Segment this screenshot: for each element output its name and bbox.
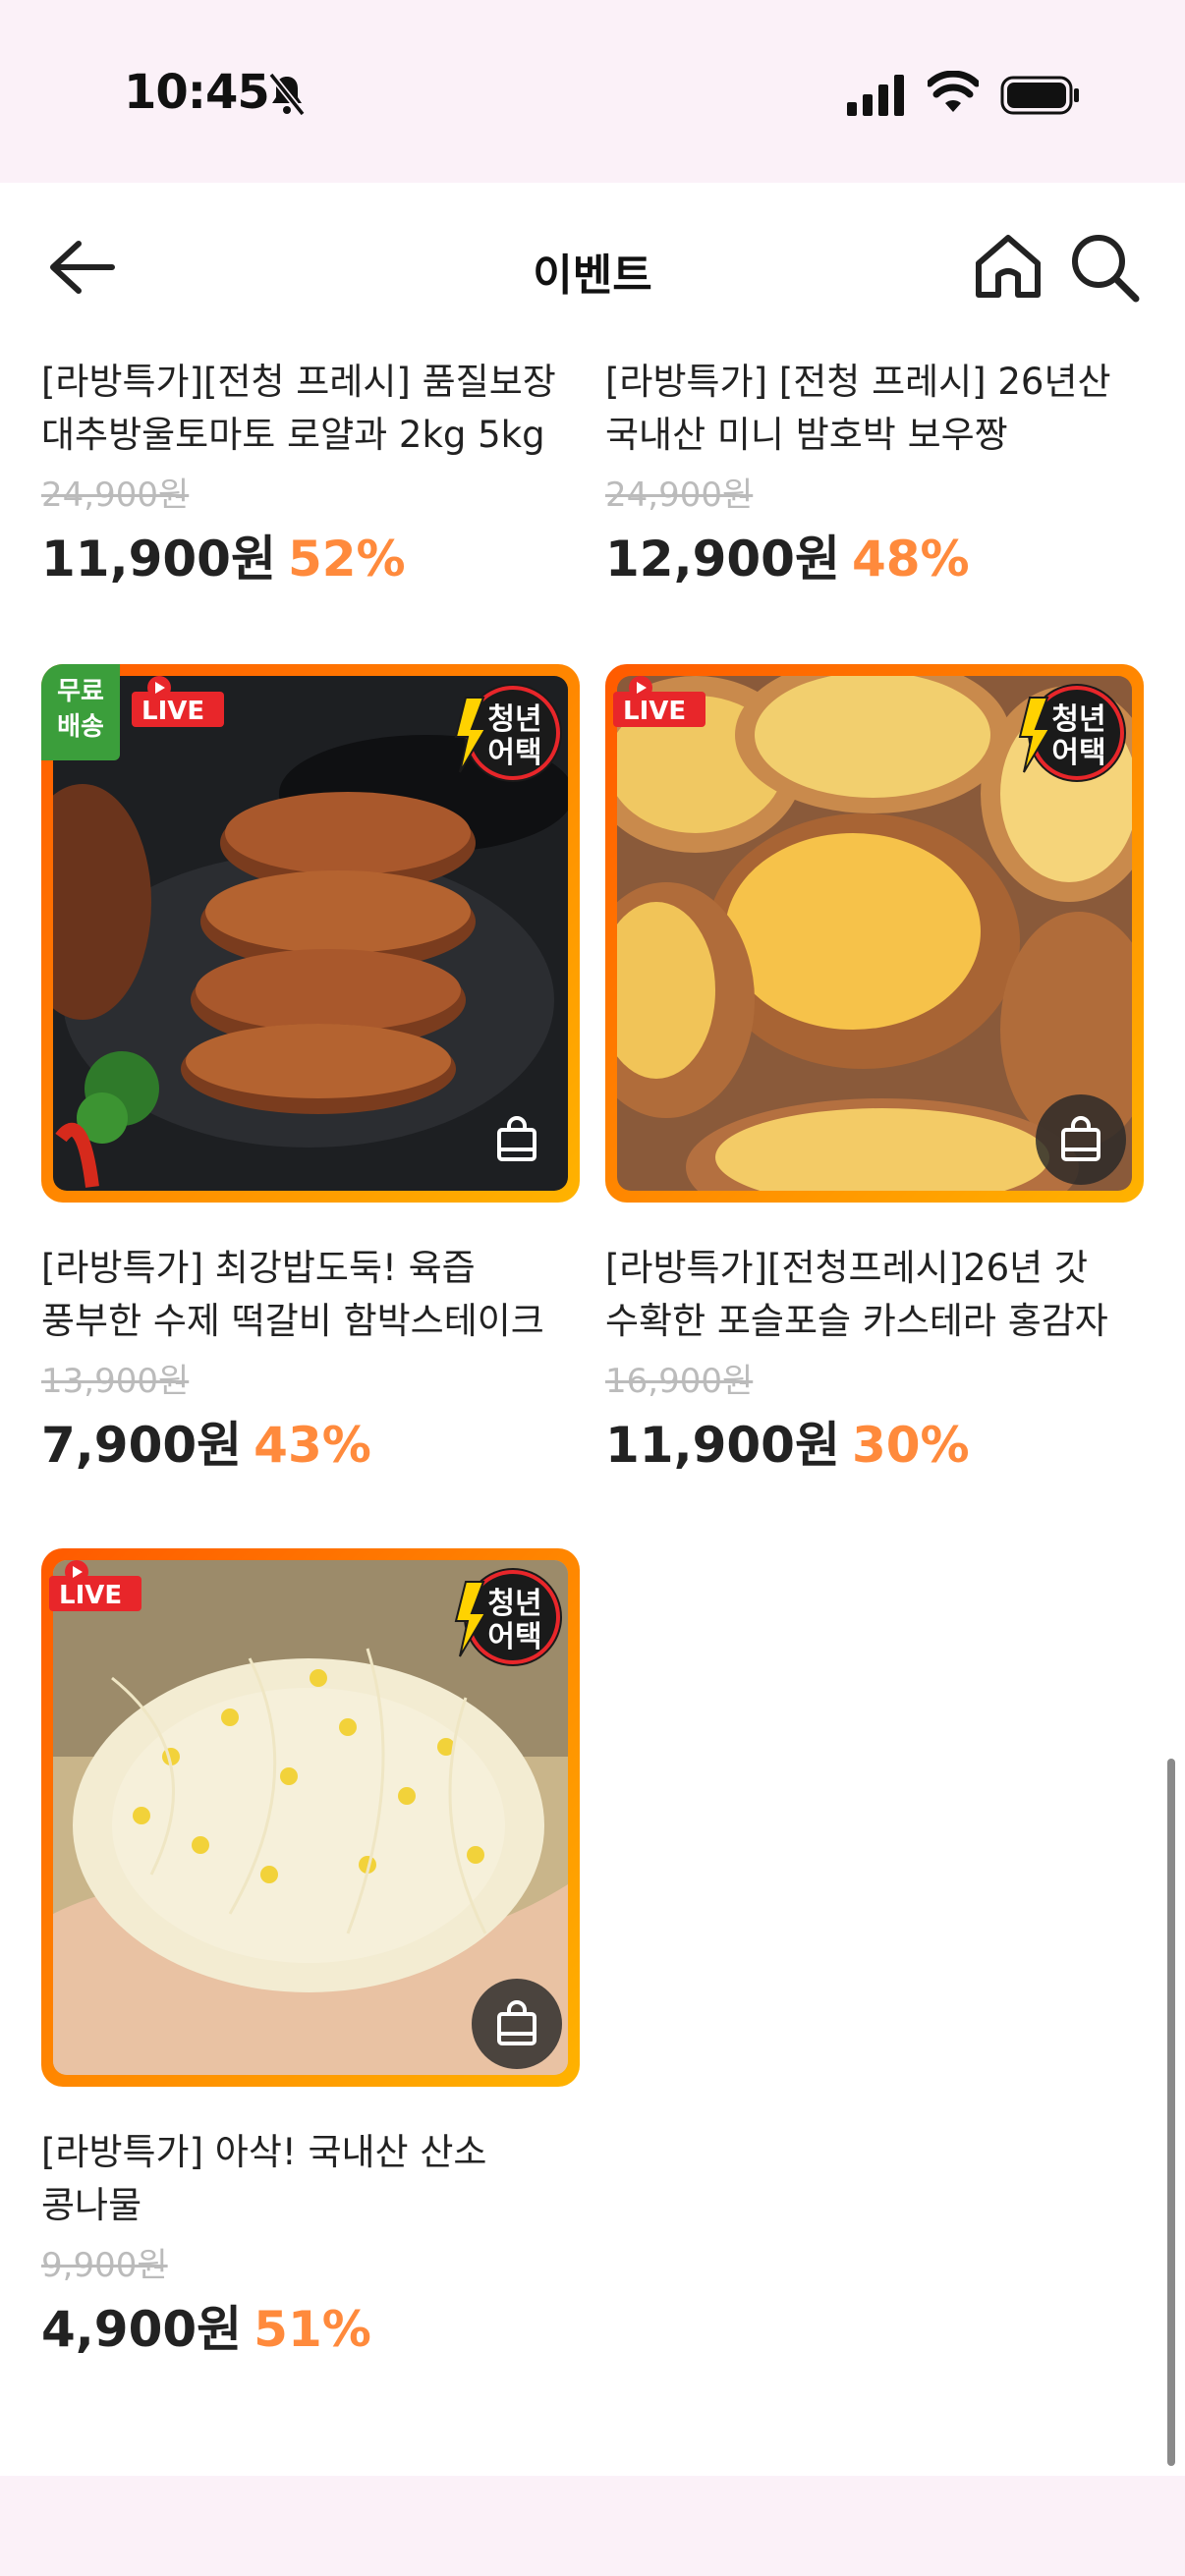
discount-rate: 48%: [851, 531, 970, 588]
live-badge: LIVE: [132, 676, 224, 727]
original-price: 9,900원: [41, 2246, 168, 2285]
product-name: [라방특가][전청프레시]26년 갓 수확한 포슬포슬 카스테라 홍감자: [605, 1247, 1108, 1342]
home-indicator-area: [0, 2476, 1185, 2576]
svg-text:청년: 청년: [487, 1587, 541, 1621]
discount-rate: 51%: [254, 2301, 371, 2358]
product-name: [라방특가] 최강밥도둑! 육즙 풍부한 수제 떡갈비 함박스테이크: [41, 1247, 544, 1342]
product-name: [라방특가] [전청 프레시] 26년산 국내산 미니 밤호박 보우짱: [605, 361, 1111, 456]
svg-text:LIVE: LIVE: [623, 697, 686, 726]
original-price: 13,900원: [41, 1362, 190, 1401]
youth-attack-badge: 청년 어택: [1018, 684, 1126, 782]
free-shipping-badge: 무료 배송: [41, 664, 120, 760]
shopping-bag-icon: [497, 1116, 536, 1161]
original-price: 24,900원: [605, 476, 754, 515]
sale-price: 11,900원: [605, 1417, 840, 1474]
svg-text:어택: 어택: [1051, 736, 1105, 770]
status-time: 10:45: [124, 65, 270, 120]
svg-text:청년: 청년: [487, 702, 541, 737]
product-image[interactable]: LIVE 청년 어택: [41, 1548, 580, 2087]
discount-rate: 30%: [851, 1417, 970, 1474]
shopping-bag-icon: [1061, 1116, 1100, 1161]
svg-text:청년: 청년: [1051, 702, 1105, 737]
youth-attack-badge: 청년 어택: [454, 1568, 562, 1666]
sale-price: 4,900원: [41, 2301, 243, 2358]
svg-text:LIVE: LIVE: [141, 697, 204, 726]
add-to-cart-button[interactable]: [472, 1979, 562, 2069]
product-card-bean-sprouts[interactable]: LIVE 청년 어택 [라방특가] 아삭! 국내산 산소 콩나물 9,900원 …: [41, 1548, 580, 2361]
live-badge: LIVE: [613, 676, 705, 727]
status-bar: 10:45: [0, 0, 1185, 183]
product-name: [라방특가][전청 프레시] 품질보장 대추방울토마토 로얄과 2kg 5kg: [41, 361, 556, 456]
shopping-bag-icon: [497, 2000, 536, 2045]
add-to-cart-button[interactable]: [472, 1094, 562, 1185]
home-icon[interactable]: [971, 230, 1045, 305]
youth-attack-badge: 청년 어택: [454, 684, 562, 782]
sale-price: 7,900원: [41, 1417, 243, 1474]
wifi-icon: [928, 71, 979, 112]
product-card-pumpkin[interactable]: [라방특가] [전청 프레시] 26년산 국내산 미니 밤호박 보우짱 24,9…: [605, 316, 1144, 590]
scrollbar[interactable]: [1167, 1759, 1175, 2466]
svg-text:어택: 어택: [487, 1620, 541, 1654]
product-image[interactable]: 무료 배송 LIVE 청년 어택: [41, 664, 580, 1203]
discount-rate: 52%: [287, 531, 406, 588]
original-price: 16,900원: [605, 1362, 754, 1401]
add-to-cart-button[interactable]: [1036, 1094, 1126, 1185]
product-name: [라방특가] 아삭! 국내산 산소 콩나물: [41, 2131, 487, 2226]
sale-price: 11,900원: [41, 531, 276, 588]
bell-muted-icon: [268, 72, 306, 117]
product-card-red-potato[interactable]: LIVE 청년 어택 [라방특가][전청프레시]26년 갓 수확한 포슬포슬 카…: [605, 664, 1144, 1477]
product-card-tomato[interactable]: [라방특가][전청 프레시] 품질보장 대추방울토마토 로얄과 2kg 5kg …: [41, 316, 580, 590]
product-image[interactable]: LIVE 청년 어택: [605, 664, 1144, 1203]
sale-price: 12,900원: [605, 531, 840, 588]
search-icon[interactable]: [1067, 230, 1142, 305]
cellular-signal-icon: [847, 75, 904, 116]
original-price: 24,900원: [41, 476, 190, 515]
discount-rate: 43%: [254, 1417, 371, 1474]
svg-text:어택: 어택: [487, 736, 541, 770]
battery-icon: [1000, 76, 1079, 115]
product-card-tteokgalbi[interactable]: 무료 배송 LIVE 청년 어택 [라방특가] 최강밥도둑! 육즙 풍부한 수제 …: [41, 664, 580, 1477]
live-badge: LIVE: [49, 1560, 141, 1611]
svg-text:LIVE: LIVE: [59, 1581, 122, 1610]
